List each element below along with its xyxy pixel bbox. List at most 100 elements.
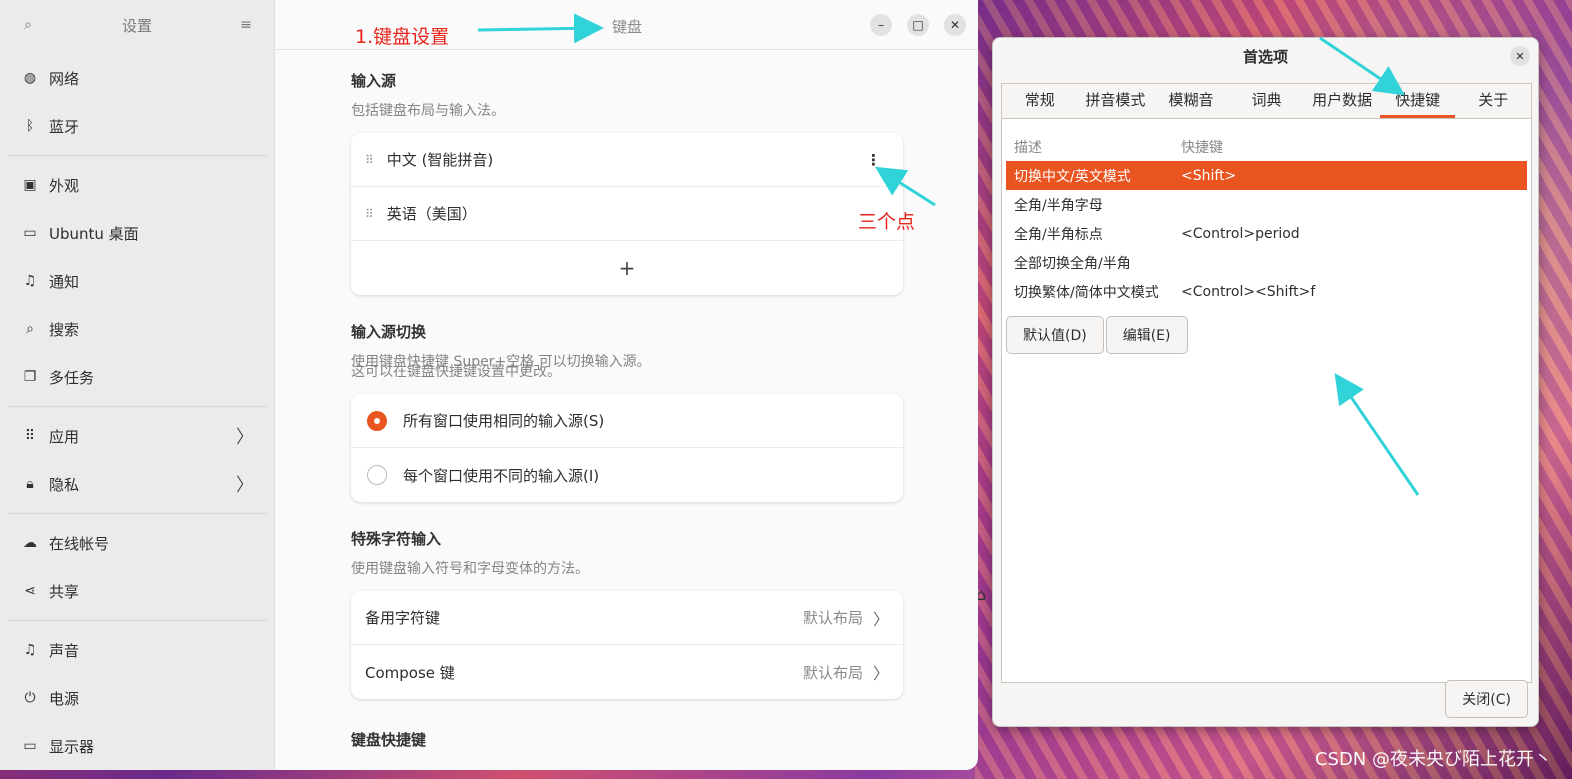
sidebar-item-power[interactable]: ⏻ 电源 xyxy=(7,674,267,722)
tab-shortcuts[interactable]: 快捷键 xyxy=(1379,84,1456,118)
sidebar-item-label: 隐私 xyxy=(49,475,80,494)
sidebar-item-label: 显示器 xyxy=(49,737,95,756)
chevron-right-icon: 〉 xyxy=(872,664,889,683)
row-shortcut: <Control>period xyxy=(1181,225,1300,242)
table-row[interactable]: 切换繁体/简体中文模式 <Control><Shift>f xyxy=(1006,277,1527,306)
minimize-button[interactable]: – xyxy=(870,14,892,36)
radio-different-source[interactable]: 每个窗口使用不同的输入源(I) xyxy=(351,448,903,502)
row-value: 默认布局 xyxy=(802,663,863,682)
close-button[interactable]: ✕ xyxy=(944,14,966,36)
radio-same-source[interactable]: 所有窗口使用相同的输入源(S) xyxy=(351,394,903,448)
sidebar-item-sound[interactable]: ♫ 声音 xyxy=(7,626,267,674)
row-label: 备用字符键 xyxy=(365,609,441,627)
maximize-icon: □ xyxy=(912,18,924,32)
sidebar-item-search[interactable]: ⌕ 搜索 xyxy=(7,305,267,353)
sidebar-item-notifications[interactable]: ♫ 通知 xyxy=(7,257,267,305)
sidebar-list: ◍ 网络 ᛒ 蓝牙 ▣ 外观 ▭ Ubuntu 桌面 ♫ 通知 ⌕ 搜索 ❐ 多任务 ⠿ 应用〉… xyxy=(0,50,274,770)
column-header-description[interactable]: 描述 xyxy=(1014,137,1181,157)
sidebar: ⌕ 设置 ≡ ◍ 网络 ᛒ 蓝牙 ▣ 外观 ▭ Ubuntu 桌面 ♫ 通知 ⌕ 搜索 ❐ 多… xyxy=(0,0,275,770)
tab-general[interactable]: 常规 xyxy=(1002,84,1078,118)
compose-key-row[interactable]: Compose 键 默认布局 〉 xyxy=(351,645,903,699)
row-shortcut: <Control><Shift>f xyxy=(1181,283,1316,300)
alternate-chars-key-row[interactable]: 备用字符键 默认布局 〉 xyxy=(351,591,903,645)
radio-button[interactable] xyxy=(367,465,387,485)
table-row[interactable]: 全角/半角字母 xyxy=(1006,190,1527,219)
tab-user-data[interactable]: 用户数据 xyxy=(1304,84,1380,118)
input-source-label: 英语（美国） xyxy=(386,205,477,223)
keyboard-shortcuts-title: 键盘快捷键 xyxy=(351,731,427,749)
edit-button[interactable]: 编辑(E) xyxy=(1105,316,1188,354)
chevron-right-icon: 〉 xyxy=(236,475,254,496)
switching-card: 所有窗口使用相同的输入源(S) 每个窗口使用不同的输入源(I) xyxy=(351,394,903,502)
radio-label: 所有窗口使用相同的输入源(S) xyxy=(403,412,605,430)
switching-title: 输入源切换 xyxy=(351,323,427,341)
shortcut-table-header: 描述 快捷键 xyxy=(1002,119,1531,161)
sidebar-item-bluetooth[interactable]: ᛒ 蓝牙 xyxy=(7,102,267,150)
sidebar-item-label: 共享 xyxy=(49,582,80,601)
network-icon: ◍ xyxy=(23,70,37,86)
sidebar-item-sharing[interactable]: ⋖ 共享 xyxy=(7,567,267,615)
tab-dictionary[interactable]: 词典 xyxy=(1229,84,1305,118)
sidebar-item-label: 网络 xyxy=(49,69,80,88)
sidebar-item-network[interactable]: ◍ 网络 xyxy=(7,54,267,102)
maximize-button[interactable]: □ xyxy=(907,14,929,36)
tab-about[interactable]: 关于 xyxy=(1455,84,1531,118)
input-source-row[interactable]: ⠿ 英语（美国） xyxy=(351,187,903,241)
sidebar-item-label: 蓝牙 xyxy=(49,117,80,136)
sidebar-item-displays[interactable]: ▭ 显示器 xyxy=(7,722,267,770)
sidebar-item-label: 搜索 xyxy=(49,320,80,339)
bell-icon: ♫ xyxy=(23,273,37,289)
sidebar-item-label: 外观 xyxy=(49,176,80,195)
sidebar-title: 设置 xyxy=(121,16,152,35)
row-value: 默认布局 xyxy=(802,609,863,627)
apps-icon: ⠿ xyxy=(24,428,36,444)
sidebar-item-label: 多任务 xyxy=(49,368,95,387)
table-row[interactable]: 全部切换全角/半角 xyxy=(1006,248,1527,277)
special-chars-card: 备用字符键 默认布局 〉 Compose 键 默认布局 〉 xyxy=(351,591,903,699)
radio-button-checked[interactable] xyxy=(367,410,387,431)
share-icon: ⋖ xyxy=(24,583,36,599)
settings-window: ⌕ 设置 ≡ ◍ 网络 ᛒ 蓝牙 ▣ 外观 ▭ Ubuntu 桌面 ♫ 通知 ⌕ 搜索 ❐ 多… xyxy=(0,0,978,770)
sidebar-item-label: 声音 xyxy=(49,641,80,660)
add-input-source-button[interactable]: + xyxy=(351,241,903,295)
input-source-row[interactable]: ⠿ 中文 (智能拼音) ⋮ xyxy=(351,133,903,187)
close-icon: ✕ xyxy=(1515,49,1525,63)
input-sources-title: 输入源 xyxy=(351,72,397,90)
sidebar-item-ubuntu-desktop[interactable]: ▭ Ubuntu 桌面 xyxy=(7,209,267,257)
annotation-step1: 1.键盘设置 xyxy=(355,26,450,48)
sidebar-item-multitasking[interactable]: ❐ 多任务 xyxy=(7,353,267,401)
chevron-right-icon: 〉 xyxy=(236,427,254,448)
search-icon[interactable]: ⌕ xyxy=(18,15,38,35)
row-description: 全角/半角字母 xyxy=(1014,197,1103,214)
table-row[interactable]: 切换中文/英文模式 <Shift> xyxy=(1006,161,1527,190)
drag-handle-icon[interactable]: ⠿ xyxy=(365,153,374,167)
tab-bar: 常规 拼音模式 模糊音 词典 用户数据 快捷键 关于 xyxy=(1002,84,1531,119)
dialog-close-button[interactable]: ✕ xyxy=(1510,46,1530,66)
sidebar-item-appearance[interactable]: ▣ 外观 xyxy=(7,161,267,209)
sidebar-item-privacy[interactable]: 🔒︎ 隐私 〉 xyxy=(7,460,267,508)
drag-handle-icon[interactable]: ⠿ xyxy=(365,207,374,221)
divider xyxy=(7,155,267,156)
sidebar-item-label: 应用 xyxy=(49,427,80,446)
input-source-label: 中文 (智能拼音) xyxy=(386,151,494,169)
sidebar-item-label: 在线帐号 xyxy=(49,534,110,553)
sidebar-item-apps[interactable]: ⠿ 应用 〉 xyxy=(7,412,267,460)
tab-pinyin-mode[interactable]: 拼音模式 xyxy=(1078,84,1154,118)
row-label: Compose 键 xyxy=(365,663,455,682)
more-options-icon[interactable]: ⋮ xyxy=(858,151,889,169)
desktop-icon: ▭ xyxy=(23,225,37,241)
preferences-dialog: 首选项 ✕ 常规 拼音模式 模糊音 词典 用户数据 快捷键 关于 描述 快捷键 … xyxy=(992,37,1539,727)
sidebar-item-online-accounts[interactable]: ☁ 在线帐号 xyxy=(7,519,267,567)
music-icon: ♫ xyxy=(23,642,37,658)
sidebar-item-label: 电源 xyxy=(49,689,80,708)
default-button[interactable]: 默认值(D) xyxy=(1006,316,1104,354)
search-icon: ⌕ xyxy=(26,321,34,337)
column-header-shortcut[interactable]: 快捷键 xyxy=(1181,137,1223,157)
tab-fuzzy[interactable]: 模糊音 xyxy=(1153,84,1229,118)
menu-icon[interactable]: ≡ xyxy=(236,15,256,35)
special-chars-title: 特殊字符输入 xyxy=(351,530,442,548)
shortcut-buttons: 默认值(D) 编辑(E) xyxy=(1006,316,1527,354)
dialog-close-text-button[interactable]: 关闭(C) xyxy=(1445,680,1528,718)
watermark: CSDN @夜未央び陌上花开丶 xyxy=(1314,749,1552,770)
table-row[interactable]: 全角/半角标点 <Control>period xyxy=(1006,219,1527,248)
